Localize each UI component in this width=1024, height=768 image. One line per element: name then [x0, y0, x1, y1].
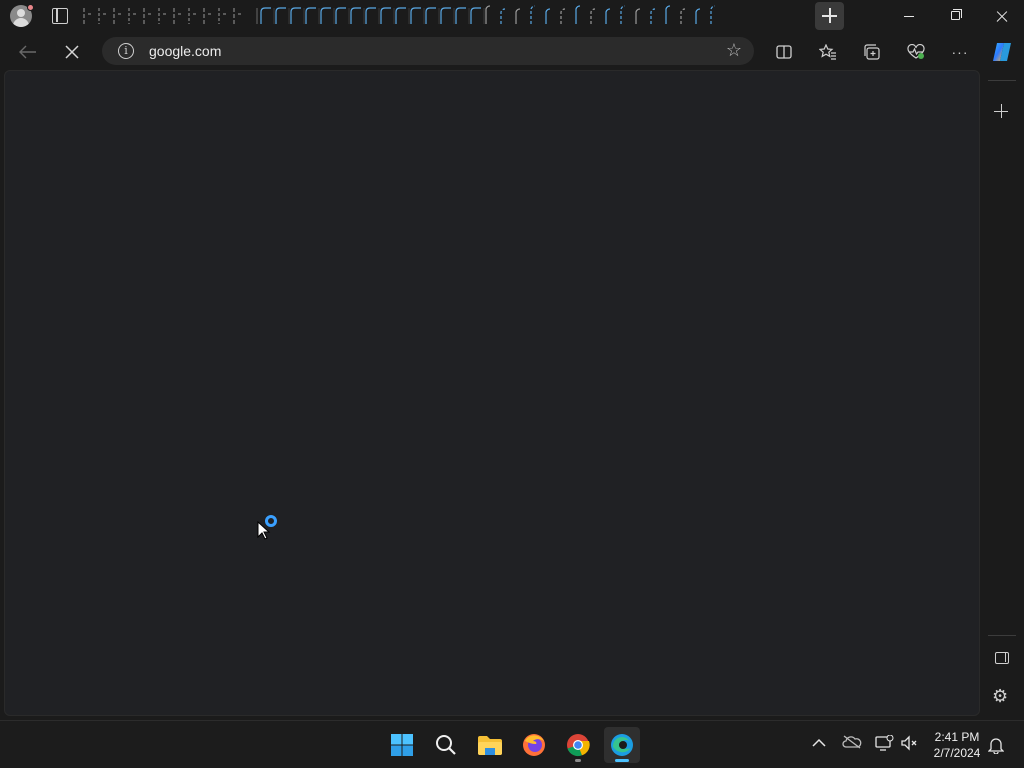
restore-button[interactable] — [932, 0, 978, 32]
hide-sidebar-button[interactable] — [995, 652, 1009, 664]
network-icon[interactable] — [874, 734, 894, 754]
onedrive-offline-icon[interactable] — [842, 735, 862, 752]
heartbeat-icon — [907, 44, 925, 59]
running-indicator — [575, 759, 581, 762]
back-button[interactable] — [14, 39, 42, 65]
new-tab-button[interactable] — [815, 2, 844, 30]
star-icon[interactable]: ☆ — [726, 40, 742, 61]
chrome-icon — [567, 734, 590, 757]
close-window-button[interactable] — [978, 0, 1024, 32]
loading-spinner-icon — [265, 515, 277, 527]
windows-logo-icon — [391, 734, 413, 756]
add-sidebar-app-button[interactable] — [994, 104, 1010, 120]
collections-button[interactable] — [858, 39, 886, 65]
edge-sidebar: ⚙ — [980, 32, 1024, 720]
favorites-button[interactable] — [814, 39, 842, 65]
collections-icon — [864, 44, 880, 60]
tab-strip[interactable] — [80, 0, 810, 32]
edge-icon — [611, 734, 633, 756]
volume-muted-icon[interactable] — [900, 735, 918, 754]
running-indicator — [615, 759, 629, 762]
web-page-content[interactable] — [4, 70, 980, 716]
folder-icon — [478, 736, 502, 755]
address-bar[interactable]: i google.com ☆ — [102, 37, 754, 65]
split-screen-icon — [776, 45, 792, 59]
more-options-button[interactable]: ··· — [946, 39, 974, 65]
close-icon — [65, 45, 79, 59]
browser-toolbar: i google.com ☆ ··· — [0, 32, 1024, 70]
clock-time: 2:41 PM — [934, 730, 980, 744]
favorites-icon — [819, 44, 836, 60]
split-screen-button[interactable] — [770, 39, 798, 65]
collapsed-tabs-graphic — [83, 5, 716, 24]
file-explorer-button[interactable] — [472, 727, 508, 763]
clock-date: 2/7/2024 — [933, 746, 981, 760]
arrow-left-icon — [19, 45, 36, 59]
address-url[interactable]: google.com — [149, 43, 221, 59]
profile-notification-dot — [27, 4, 34, 11]
windows-taskbar: 2:41 PM 2/7/2024 — [0, 720, 1024, 768]
sidebar-divider — [988, 80, 1016, 81]
bell-icon[interactable] — [987, 736, 1005, 759]
copilot-icon[interactable] — [990, 41, 1014, 63]
performance-button[interactable] — [902, 39, 930, 65]
sidebar-divider — [988, 635, 1016, 636]
start-button[interactable] — [384, 727, 420, 763]
firefox-icon — [523, 734, 545, 756]
minimize-button[interactable] — [886, 0, 932, 32]
title-bar — [0, 0, 1024, 32]
tab-actions-icon[interactable] — [52, 8, 68, 24]
edge-button[interactable] — [604, 727, 640, 763]
chevron-up-icon[interactable] — [812, 735, 826, 751]
taskbar-clock[interactable]: 2:41 PM 2/7/2024 — [926, 729, 988, 761]
firefox-button[interactable] — [516, 727, 552, 763]
search-button[interactable] — [428, 727, 464, 763]
gear-icon[interactable]: ⚙ — [992, 686, 1008, 707]
search-icon — [436, 735, 456, 755]
chrome-button[interactable] — [560, 727, 596, 763]
info-icon[interactable]: i — [118, 43, 134, 59]
stop-loading-button[interactable] — [58, 39, 86, 65]
